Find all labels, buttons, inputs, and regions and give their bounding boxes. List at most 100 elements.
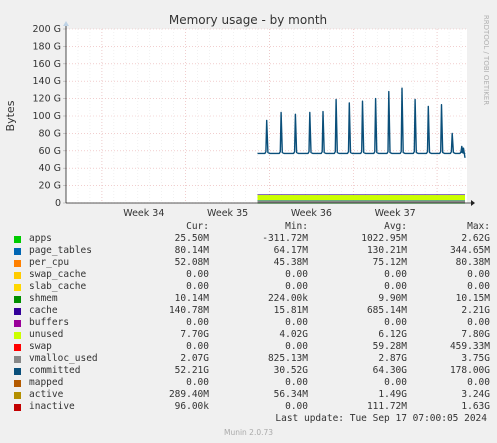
legend-min: 0.00: [285, 341, 308, 352]
memory-chart: Memory usage - by month Bytes RRDTOOL / …: [4, 13, 490, 219]
legend-avg: 64.30G: [372, 365, 407, 376]
legend-row-apps: apps 25.50M -311.72M 1022.95M 2.62G: [10, 233, 490, 245]
legend-name: slab_cache: [29, 281, 87, 292]
x-tick-label: Week 35: [207, 208, 248, 219]
x-axis-arrow: [471, 200, 475, 206]
legend-swatch: [14, 271, 21, 279]
legend-cur: 140.78M: [168, 305, 209, 316]
legend-row-active: active 289.40M 56.34M 1.49G 3.24G: [10, 389, 490, 401]
rrdtool-side-label: RRDTOOL / TOBI OETIKER: [482, 15, 490, 105]
legend-header-min: Min:: [285, 221, 308, 232]
legend-cur: 7.70G: [180, 329, 209, 340]
legend-min: 825.13M: [267, 353, 308, 364]
legend-row-inactive: inactive 96.00k 0.00 111.72M 1.63G: [10, 401, 490, 413]
y-tick-label: 180 G: [32, 41, 61, 52]
legend-min: -311.72M: [262, 233, 308, 244]
legend-header-max: Max:: [467, 221, 490, 232]
legend-max: 344.65M: [449, 245, 490, 256]
legend-cur: 289.40M: [168, 389, 209, 400]
legend-rows: apps 25.50M -311.72M 1022.95M 2.62G page_tabl…: [10, 233, 490, 413]
legend-name: inactive: [29, 401, 75, 412]
legend-header-cur: Cur:: [186, 221, 209, 232]
legend-row-unused: unused 7.70G 4.02G 6.12G 7.80G: [10, 329, 490, 341]
munin-version-text: Munin 2.0.73: [223, 428, 274, 437]
legend-min: 0.00: [285, 317, 308, 328]
legend-avg: 1.49G: [378, 389, 407, 400]
y-tick-label: 200 G: [32, 24, 61, 35]
legend-row-committed: committed 52.21G 30.52G 64.30G 178.00G: [10, 365, 490, 377]
legend-cur: 0.00: [186, 341, 209, 352]
legend-row-per_cpu: per_cpu 52.08M 45.38M 75.12M 80.38M: [10, 257, 490, 269]
chart-title: Memory usage - by month: [169, 13, 327, 27]
y-tick-label: 160 G: [32, 59, 61, 70]
legend-min: 224.00k: [267, 293, 308, 304]
band-cache: [257, 194, 465, 196]
legend-avg: 685.14M: [366, 305, 407, 316]
legend-min: 0.00: [285, 281, 308, 292]
legend-row-buffers: buffers 0.00 0.00 0.00 0.00: [10, 317, 490, 329]
legend-min: 0.00: [285, 269, 308, 280]
legend-name: vmalloc_used: [29, 353, 98, 364]
legend-min: 15.81M: [273, 305, 308, 316]
y-tick-label: 40 G: [39, 163, 61, 174]
legend-swatch: [14, 295, 21, 303]
y-tick-label: 60 G: [39, 146, 61, 157]
legend-row-swap_cache: swap_cache 0.00 0.00 0.00 0.00: [10, 269, 490, 281]
legend-swatch: [14, 307, 21, 315]
plot-area: 0 20 G 40 G 60 G 80 G 100 G 120 G 140 G 160 G 180…: [32, 21, 475, 219]
legend-avg: 0.00: [384, 317, 407, 328]
legend-max: 0.00: [467, 269, 490, 280]
legend-row-swap: swap 0.00 0.00 59.28M 459.33M: [10, 341, 490, 353]
legend-max: 10.15M: [455, 293, 490, 304]
legend-min: 4.02G: [279, 329, 308, 340]
legend-max: 0.00: [467, 377, 490, 388]
legend-table: Cur: Min: Avg: Max: apps 25.50M -311.72M 10…: [10, 221, 490, 413]
x-tick-label: Week 37: [375, 208, 416, 219]
legend-avg: 75.12M: [372, 257, 407, 268]
legend-name: mapped: [29, 377, 64, 388]
legend-avg: 1022.95M: [361, 233, 407, 244]
y-axis-arrow: [63, 21, 69, 26]
legend-avg: 2.87G: [378, 353, 407, 364]
legend-cur: 96.00k: [174, 401, 209, 412]
y-axis-label: Bytes: [4, 100, 17, 131]
legend-avg: 9.90M: [378, 293, 407, 304]
legend-cur: 25.50M: [174, 233, 209, 244]
legend-min: 30.52G: [273, 365, 308, 376]
legend-max: 2.21G: [461, 305, 490, 316]
legend-name: per_cpu: [29, 257, 70, 268]
y-tick-label: 0: [55, 198, 61, 209]
legend-min: 0.00: [285, 377, 308, 388]
y-tick-label: 100 G: [32, 111, 61, 122]
x-tick-label: Week 36: [291, 208, 332, 219]
legend-min: 45.38M: [273, 257, 308, 268]
legend-row-mapped: mapped 0.00 0.00 0.00 0.00: [10, 377, 490, 389]
legend-cur: 2.07G: [180, 353, 209, 364]
legend-name: swap_cache: [29, 269, 87, 280]
legend-row-cache: cache 140.78M 15.81M 685.14M 2.21G: [10, 305, 490, 317]
legend-swatch: [14, 343, 21, 351]
legend-swatch: [14, 331, 21, 339]
legend-name: buffers: [29, 317, 70, 328]
legend-avg: 0.00: [384, 377, 407, 388]
legend-swatch: [14, 259, 21, 267]
band-page_tables: [257, 200, 465, 201]
legend-name: shmem: [29, 293, 58, 304]
legend-max: 0.00: [467, 317, 490, 328]
legend-header-row: Cur: Min: Avg: Max:: [10, 221, 490, 233]
legend-avg: 59.28M: [372, 341, 407, 352]
legend-swatch: [14, 367, 21, 375]
legend-cur: 0.00: [186, 377, 209, 388]
legend-swatch: [14, 355, 21, 363]
legend-cur: 0.00: [186, 281, 209, 292]
legend-name: apps: [29, 233, 52, 244]
legend-swatch: [14, 391, 21, 399]
legend-cur: 80.14M: [174, 245, 209, 256]
legend-name: page_tables: [29, 245, 92, 256]
legend-avg: 6.12G: [378, 329, 407, 340]
legend-name: swap: [29, 341, 52, 352]
legend-max: 2.62G: [461, 233, 490, 244]
y-tick-label: 80 G: [39, 128, 61, 139]
legend-row-shmem: shmem 10.14M 224.00k 9.90M 10.15M: [10, 293, 490, 305]
legend-max: 3.24G: [461, 389, 490, 400]
